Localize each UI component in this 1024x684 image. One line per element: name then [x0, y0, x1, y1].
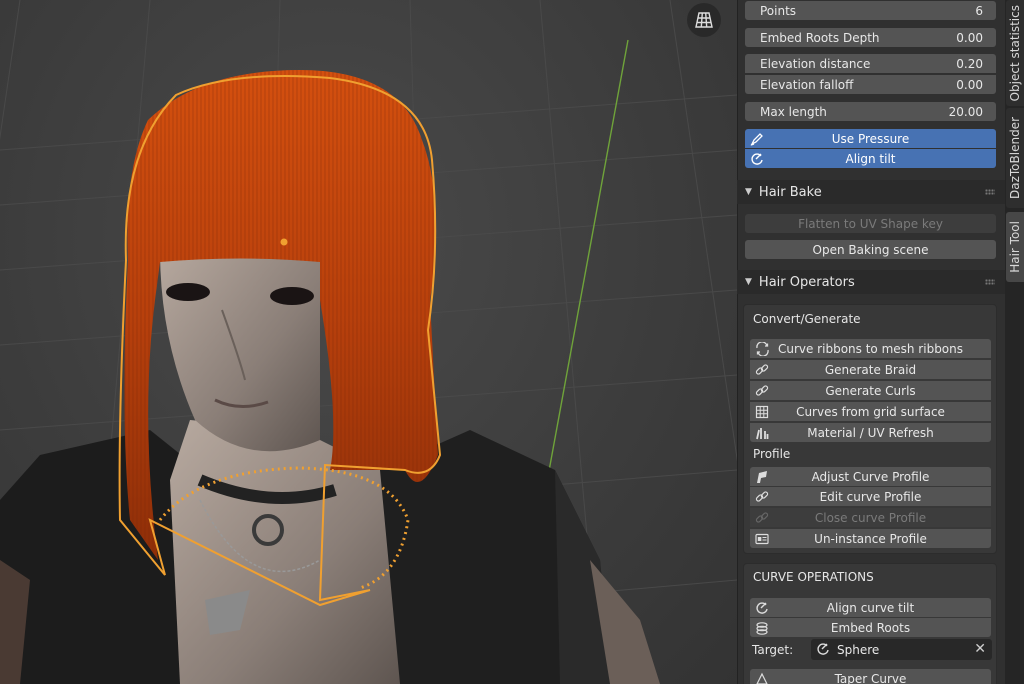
convert-cycle-icon	[754, 341, 770, 356]
elevation-distance-field[interactable]: Elevation distance 0.20	[745, 54, 996, 73]
edit-curve-profile-button[interactable]: Edit curve Profile	[750, 487, 991, 506]
3d-viewport[interactable]	[0, 0, 737, 684]
adjust-curve-profile-label: Adjust Curve Profile	[811, 469, 930, 484]
hair-operators-header[interactable]: ▼ Hair Operators	[737, 270, 1005, 294]
link-chain-icon	[754, 383, 770, 398]
close-curve-profile-label: Close curve Profile	[814, 510, 927, 525]
embed-roots-depth-value: 0.00	[956, 30, 983, 45]
embed-roots-depth-label: Embed Roots Depth	[760, 30, 880, 45]
curve-ribbons-to-mesh-button[interactable]: Curve ribbons to mesh ribbons	[750, 339, 991, 358]
align-curve-tilt-button[interactable]: Align curve tilt	[750, 598, 991, 617]
taper-curve-label: Taper Curve	[834, 671, 907, 684]
coil-icon	[754, 620, 770, 635]
elevation-falloff-field[interactable]: Elevation falloff 0.00	[745, 75, 996, 94]
material-uv-refresh-label: Material / UV Refresh	[807, 425, 934, 440]
id-card-icon	[754, 531, 770, 546]
close-curve-profile-button[interactable]: Close curve Profile	[750, 508, 991, 527]
expand-triangle-icon: ▼	[745, 277, 752, 287]
tab-object-statistics[interactable]: Object statistics	[1006, 0, 1024, 106]
clear-target-icon[interactable]: ✕	[974, 641, 986, 657]
max-length-field[interactable]: Max length 20.00	[745, 102, 996, 121]
align-tilt-label: Align tilt	[845, 151, 896, 166]
generate-braid-button[interactable]: Generate Braid	[750, 360, 991, 379]
max-length-value: 20.00	[948, 104, 983, 119]
embed-roots-depth-field[interactable]: Embed Roots Depth 0.00	[745, 28, 996, 47]
sidebar-tabs: Object statistics DazToBlender Hair Tool	[1005, 0, 1024, 684]
align-curve-tilt-label: Align curve tilt	[826, 600, 915, 615]
points-field[interactable]: Points 6	[745, 1, 996, 20]
flatten-uv-label: Flatten to UV Shape key	[798, 216, 943, 231]
hair-bake-header[interactable]: ▼ Hair Bake	[737, 180, 1005, 204]
link-chain-icon	[754, 489, 770, 504]
points-value: 6	[975, 3, 983, 18]
curve-ribbons-label: Curve ribbons to mesh ribbons	[777, 341, 964, 356]
embed-roots-label: Embed Roots	[830, 620, 911, 635]
un-instance-profile-button[interactable]: Un-instance Profile	[750, 529, 991, 548]
material-bars-icon	[754, 425, 770, 440]
material-uv-refresh-button[interactable]: Material / UV Refresh	[750, 423, 991, 442]
un-instance-profile-label: Un-instance Profile	[814, 531, 927, 546]
drag-grip-icon[interactable]	[985, 279, 995, 285]
target-label: Target:	[752, 643, 794, 657]
grid-view-icon	[695, 12, 713, 28]
points-label: Points	[760, 3, 797, 18]
generate-curls-label: Generate Curls	[825, 383, 916, 398]
tab-hair-tool-label: Hair Tool	[1008, 221, 1022, 273]
taper-curve-button[interactable]: Taper Curve	[750, 669, 991, 684]
hair-operators-title: Hair Operators	[758, 274, 855, 290]
pressure-pen-icon	[749, 131, 765, 146]
tab-daz-to-blender[interactable]: DazToBlender	[1006, 108, 1024, 208]
align-tilt-toggle[interactable]: Align tilt	[745, 149, 996, 168]
grid-mesh-icon	[754, 404, 770, 419]
open-baking-label: Open Baking scene	[812, 242, 929, 257]
curves-from-grid-label: Curves from grid surface	[796, 404, 945, 419]
grid-view-toggle[interactable]	[687, 3, 721, 37]
viewport-scene	[0, 0, 737, 684]
tilt-arc-icon	[816, 642, 830, 659]
use-pressure-label: Use Pressure	[831, 131, 910, 146]
target-object-field[interactable]: Sphere ✕	[811, 639, 992, 660]
use-pressure-toggle[interactable]: Use Pressure	[745, 129, 996, 148]
flatten-uv-shape-key-button[interactable]: Flatten to UV Shape key	[745, 214, 996, 233]
tilt-arc-icon	[754, 600, 770, 615]
tab-hair-tool[interactable]: Hair Tool	[1006, 212, 1024, 282]
drag-grip-icon[interactable]	[985, 189, 995, 195]
open-baking-scene-button[interactable]: Open Baking scene	[745, 240, 996, 259]
embed-roots-button[interactable]: Embed Roots	[750, 618, 991, 637]
convert-generate-label: Convert/Generate	[753, 312, 861, 326]
profile-shape-icon	[754, 469, 770, 484]
max-length-label: Max length	[760, 104, 827, 119]
link-chain-icon	[754, 510, 770, 525]
elevation-falloff-label: Elevation falloff	[760, 77, 854, 92]
taper-triangle-icon	[754, 671, 770, 684]
tab-daz-to-blender-label: DazToBlender	[1008, 116, 1022, 199]
elevation-distance-label: Elevation distance	[760, 56, 871, 71]
link-chain-icon	[754, 362, 770, 377]
curve-operations-label: CURVE OPERATIONS	[753, 570, 874, 584]
generate-curls-button[interactable]: Generate Curls	[750, 381, 991, 400]
profile-label: Profile	[753, 447, 791, 461]
edit-curve-profile-label: Edit curve Profile	[819, 489, 922, 504]
target-object-value: Sphere	[837, 642, 880, 657]
tab-object-statistics-label: Object statistics	[1008, 4, 1022, 102]
generate-braid-label: Generate Braid	[824, 362, 917, 377]
adjust-curve-profile-button[interactable]: Adjust Curve Profile	[750, 467, 991, 486]
elevation-distance-value: 0.20	[956, 56, 983, 71]
expand-triangle-icon: ▼	[745, 187, 752, 197]
hair-bake-title: Hair Bake	[758, 184, 822, 200]
tilt-arc-icon	[749, 151, 765, 166]
curves-from-grid-surface-button[interactable]: Curves from grid surface	[750, 402, 991, 421]
elevation-falloff-value: 0.00	[956, 77, 983, 92]
